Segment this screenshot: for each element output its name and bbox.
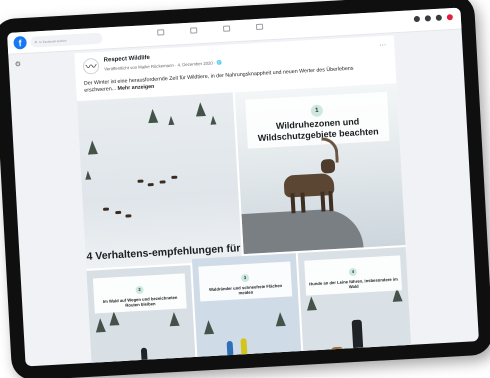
chamois-figure bbox=[147, 182, 154, 187]
tree-icon bbox=[84, 170, 92, 180]
see-more-link[interactable]: Mehr anzeigen bbox=[117, 84, 154, 92]
rock-shape bbox=[241, 207, 364, 255]
tablet-device: f ⌕ In Facebook suchen ⚙ 〰 Respect Wildl… bbox=[0, 0, 490, 378]
step-number-badge: 4 bbox=[348, 267, 358, 277]
chamois-figure bbox=[137, 179, 144, 183]
page-avatar[interactable]: 〰 bbox=[82, 57, 100, 75]
dog-walk-tile[interactable]: 4 Hunde an der Leine führen, insbesonder… bbox=[297, 247, 413, 367]
step-number-badge: 1 bbox=[310, 104, 324, 118]
hiker-figure bbox=[240, 338, 248, 355]
tree-icon bbox=[306, 296, 317, 311]
marketplace-icon[interactable] bbox=[222, 25, 231, 32]
chamois-figure bbox=[115, 210, 122, 215]
notifications-icon[interactable] bbox=[435, 14, 443, 21]
step-number-badge: 2 bbox=[135, 285, 144, 295]
tree-icon bbox=[95, 317, 106, 333]
search-input[interactable]: ⌕ In Facebook suchen bbox=[30, 32, 103, 48]
chamois-figure bbox=[171, 175, 178, 179]
tree-icon bbox=[147, 108, 159, 124]
more-options-button[interactable]: ··· bbox=[379, 42, 386, 49]
dog-figure bbox=[331, 346, 344, 355]
dog-figure bbox=[375, 346, 388, 354]
groups-icon[interactable] bbox=[255, 23, 264, 31]
home-icon[interactable] bbox=[157, 29, 165, 36]
tree-icon bbox=[87, 140, 98, 155]
facebook-logo[interactable]: f bbox=[13, 35, 27, 50]
tree-icon bbox=[168, 311, 180, 327]
ibex-caption-title: Wildruhezonen und Wildschutzgebiete beac… bbox=[257, 116, 379, 144]
ibex-image-tile[interactable]: 1 Wildruhezonen und Wildschutzgebiete be… bbox=[234, 83, 406, 255]
hiker-figure bbox=[140, 347, 148, 364]
tablet-screen: f ⌕ In Facebook suchen ⚙ 〰 Respect Wildl… bbox=[7, 7, 479, 367]
photo-scene: f ⌕ In Facebook suchen ⚙ 〰 Respect Wildl… bbox=[0, 0, 490, 378]
page-name[interactable]: Respect Wildlife bbox=[104, 55, 151, 64]
tree-icon bbox=[167, 115, 175, 126]
hiker-figure bbox=[226, 340, 234, 358]
hiker-figure bbox=[351, 319, 364, 349]
step-3-text: Waldränder und schneefreie Flächen meide… bbox=[208, 282, 283, 296]
meadow-tile[interactable]: 3 Waldränder und schneefreie Flächen mei… bbox=[191, 253, 303, 367]
post-card: 〰 Respect Wildlife Veröffentlicht von Ma… bbox=[74, 35, 413, 367]
ibex-caption-box: 1 Wildruhezonen und Wildschutzgebiete be… bbox=[245, 91, 390, 149]
step-4-text: Hunde an der Leine führen, insbesondere … bbox=[309, 276, 398, 290]
step-3-caption: 3 Waldränder und schneefreie Flächen mei… bbox=[198, 261, 293, 302]
menu-icon[interactable] bbox=[413, 15, 421, 23]
step-2-caption: 2 Im Wald auf Wegen und bezeichneten Rou… bbox=[92, 273, 187, 314]
tree-icon bbox=[108, 311, 120, 326]
tree-icon bbox=[275, 311, 286, 327]
video-icon[interactable] bbox=[190, 27, 198, 34]
tree-icon bbox=[209, 115, 217, 125]
forest-path-tile[interactable]: 2 Im Wald auf Wegen und bezeichneten Rou… bbox=[86, 265, 197, 367]
account-controls bbox=[413, 14, 454, 23]
image-grid: 4 Verhaltens-empfehlungen für 1 Wildruhe… bbox=[76, 83, 413, 367]
chamois-figure bbox=[159, 180, 166, 184]
tree-icon bbox=[203, 319, 215, 335]
step-number-badge: 3 bbox=[240, 273, 250, 283]
chamois-figure bbox=[102, 207, 110, 211]
main-nav bbox=[157, 23, 264, 36]
step-4-caption: 4 Hunde an der Leine führen, insbesonder… bbox=[304, 255, 403, 296]
tree-icon bbox=[195, 101, 206, 117]
ibex-leg bbox=[328, 191, 334, 212]
search-placeholder: In Facebook suchen bbox=[39, 38, 67, 44]
chamois-figure bbox=[125, 214, 132, 218]
search-icon: ⌕ bbox=[34, 38, 38, 45]
settings-icon[interactable]: ⚙ bbox=[15, 60, 22, 68]
step-2-text: Im Wald auf Wegen und bezeichneten Route… bbox=[102, 294, 178, 309]
profile-avatar[interactable] bbox=[446, 14, 454, 21]
messenger-icon[interactable] bbox=[424, 15, 432, 22]
snow-image-tile[interactable]: 4 Verhaltens-empfehlungen für bbox=[76, 92, 243, 269]
